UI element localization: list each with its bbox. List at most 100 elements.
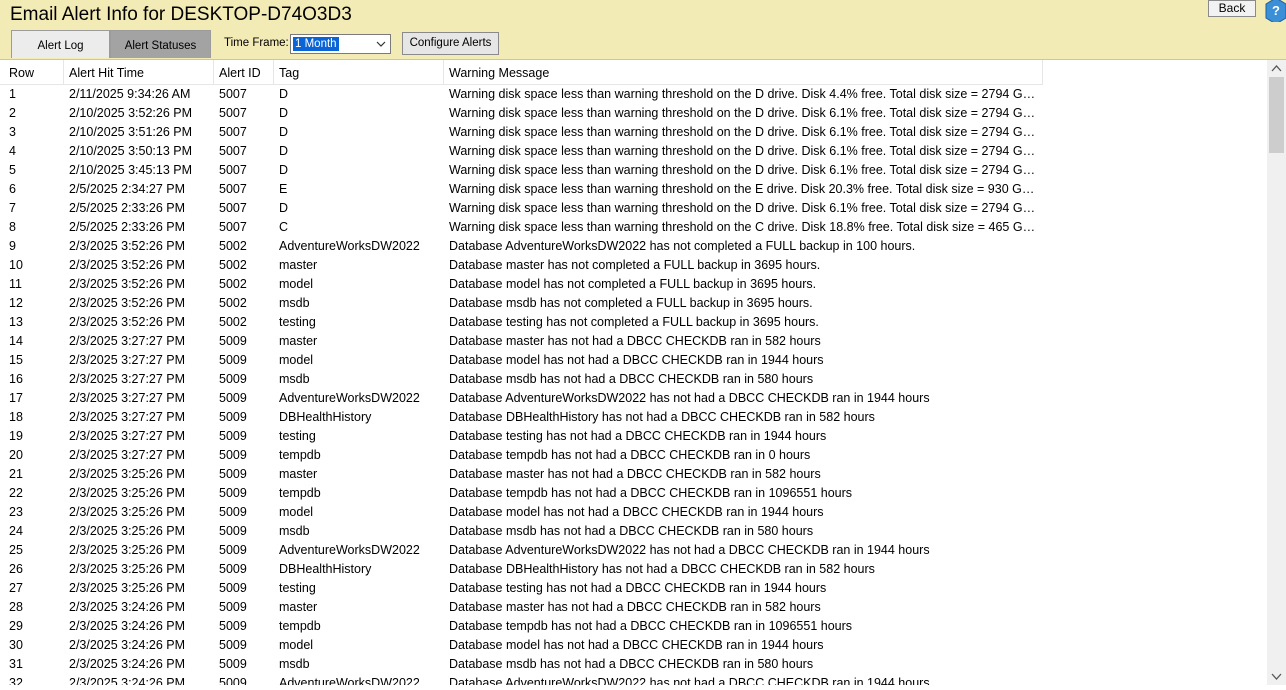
table-row[interactable]: 19 2/3/2025 3:27:27 PM 5009 testing Database…: [0, 427, 1267, 446]
cell-row-number: 17: [9, 391, 23, 405]
cell-warning-message: Database model has not had a DBCC CHECKD…: [449, 638, 824, 652]
column-header-warning-message[interactable]: Warning Message: [444, 60, 1043, 84]
time-frame-value: 1 Month: [292, 36, 340, 52]
scroll-up-arrow-icon[interactable]: [1267, 60, 1286, 77]
cell-warning-message: Database tempdb has not had a DBCC CHECK…: [449, 619, 853, 633]
cell-alert-id: 5009: [219, 467, 247, 481]
table-row[interactable]: 1 2/11/2025 9:34:26 AM 5007 D Warning disk s…: [0, 85, 1267, 104]
table-row[interactable]: 17 2/3/2025 3:27:27 PM 5009 AdventureWorksD…: [0, 389, 1267, 408]
cell-tag: DBHealthHistory: [279, 562, 372, 576]
cell-alert-hit-time: 2/3/2025 3:52:26 PM: [69, 277, 186, 291]
cell-alert-hit-time: 2/3/2025 3:27:27 PM: [69, 353, 186, 367]
cell-tag: DBHealthHistory: [279, 410, 372, 424]
table-row[interactable]: 18 2/3/2025 3:27:27 PM 5009 DBHealthHistory…: [0, 408, 1267, 427]
cell-warning-message: Database testing has not completed a FUL…: [449, 315, 819, 329]
table-row[interactable]: 25 2/3/2025 3:25:26 PM 5009 AdventureWorksD…: [0, 541, 1267, 560]
column-header-tag[interactable]: Tag: [274, 60, 444, 84]
cell-tag: AdventureWorksDW2022: [279, 239, 420, 253]
cell-warning-message: Warning disk space less than warning thr…: [449, 125, 1040, 139]
cell-alert-id: 5002: [219, 258, 247, 272]
time-frame-select[interactable]: 1 Month: [290, 34, 391, 54]
vertical-scrollbar[interactable]: [1267, 60, 1286, 685]
cell-tag: master: [279, 258, 318, 272]
cell-alert-hit-time: 2/3/2025 3:25:26 PM: [69, 562, 186, 576]
scroll-down-arrow-icon[interactable]: [1267, 668, 1286, 685]
table-row[interactable]: 22 2/3/2025 3:25:26 PM 5009 tempdb Database …: [0, 484, 1267, 503]
cell-row-number: 4: [9, 144, 16, 158]
table-row[interactable]: 30 2/3/2025 3:24:26 PM 5009 model Database m…: [0, 636, 1267, 655]
cell-alert-hit-time: 2/3/2025 3:24:26 PM: [69, 638, 186, 652]
table-row[interactable]: 13 2/3/2025 3:52:26 PM 5002 testing Database…: [0, 313, 1267, 332]
table-row[interactable]: 10 2/3/2025 3:52:26 PM 5002 master Database …: [0, 256, 1267, 275]
cell-alert-id: 5009: [219, 448, 247, 462]
table-row[interactable]: 21 2/3/2025 3:25:26 PM 5009 master Database …: [0, 465, 1267, 484]
cell-alert-hit-time: 2/10/2025 3:50:13 PM: [69, 144, 193, 158]
cell-alert-hit-time: 2/3/2025 3:24:26 PM: [69, 600, 186, 614]
cell-warning-message: Warning disk space less than warning thr…: [449, 144, 1040, 158]
cell-row-number: 30: [9, 638, 23, 652]
cell-warning-message: Database DBHealthHistory has not had a D…: [449, 410, 875, 424]
cell-row-number: 24: [9, 524, 23, 538]
table-row[interactable]: 15 2/3/2025 3:27:27 PM 5009 model Database m…: [0, 351, 1267, 370]
configure-alerts-button[interactable]: Configure Alerts: [402, 32, 499, 55]
table-row[interactable]: 3 2/10/2025 3:51:26 PM 5007 D Warning disk s…: [0, 123, 1267, 142]
cell-row-number: 7: [9, 201, 16, 215]
table-row[interactable]: 29 2/3/2025 3:24:26 PM 5009 tempdb Database …: [0, 617, 1267, 636]
tab-alert-statuses[interactable]: Alert Statuses: [110, 30, 211, 58]
table-row[interactable]: 7 2/5/2025 2:33:26 PM 5007 D Warning disk sp…: [0, 199, 1267, 218]
table-row[interactable]: 6 2/5/2025 2:34:27 PM 5007 E Warning disk sp…: [0, 180, 1267, 199]
cell-alert-hit-time: 2/5/2025 2:33:26 PM: [69, 201, 186, 215]
table-row[interactable]: 4 2/10/2025 3:50:13 PM 5007 D Warning disk s…: [0, 142, 1267, 161]
cell-row-number: 14: [9, 334, 23, 348]
table-row[interactable]: 27 2/3/2025 3:25:26 PM 5009 testing Database…: [0, 579, 1267, 598]
table-row[interactable]: 5 2/10/2025 3:45:13 PM 5007 D Warning disk s…: [0, 161, 1267, 180]
table-row[interactable]: 14 2/3/2025 3:27:27 PM 5009 master Database …: [0, 332, 1267, 351]
cell-alert-id: 5009: [219, 410, 247, 424]
table-row[interactable]: 8 2/5/2025 2:33:26 PM 5007 C Warning disk sp…: [0, 218, 1267, 237]
column-header-alert-id[interactable]: Alert ID: [214, 60, 274, 84]
cell-row-number: 21: [9, 467, 23, 481]
alerts-grid[interactable]: Row Alert Hit Time Alert ID Tag Warning …: [0, 60, 1267, 685]
table-row[interactable]: 2 2/10/2025 3:52:26 PM 5007 D Warning disk s…: [0, 104, 1267, 123]
table-row[interactable]: 28 2/3/2025 3:24:26 PM 5009 master Database …: [0, 598, 1267, 617]
cell-tag: master: [279, 334, 318, 348]
table-row[interactable]: 16 2/3/2025 3:27:27 PM 5009 msdb Database ms…: [0, 370, 1267, 389]
table-row[interactable]: 9 2/3/2025 3:52:26 PM 5002 AdventureWorksDW…: [0, 237, 1267, 256]
table-row[interactable]: 20 2/3/2025 3:27:27 PM 5009 tempdb Database …: [0, 446, 1267, 465]
column-header-alert-hit-time[interactable]: Alert Hit Time: [64, 60, 214, 84]
cell-alert-id: 5002: [219, 296, 247, 310]
question-mark-icon[interactable]: ?: [1262, 0, 1286, 25]
cell-row-number: 22: [9, 486, 23, 500]
table-row[interactable]: 24 2/3/2025 3:25:26 PM 5009 msdb Database ms…: [0, 522, 1267, 541]
back-button[interactable]: Back: [1208, 0, 1256, 17]
table-row[interactable]: 31 2/3/2025 3:24:26 PM 5009 msdb Database ms…: [0, 655, 1267, 674]
cell-row-number: 13: [9, 315, 23, 329]
cell-warning-message: Database msdb has not had a DBCC CHECKDB…: [449, 372, 814, 386]
table-row[interactable]: 11 2/3/2025 3:52:26 PM 5002 model Database m…: [0, 275, 1267, 294]
table-row[interactable]: 23 2/3/2025 3:25:26 PM 5009 model Database m…: [0, 503, 1267, 522]
cell-row-number: 27: [9, 581, 23, 595]
cell-alert-hit-time: 2/3/2025 3:52:26 PM: [69, 315, 186, 329]
tab-alert-log[interactable]: Alert Log: [11, 30, 110, 58]
table-row[interactable]: 32 2/3/2025 3:24:26 PM 5009 AdventureWorksD…: [0, 674, 1267, 685]
cell-alert-hit-time: 2/3/2025 3:52:26 PM: [69, 296, 186, 310]
cell-tag: msdb: [279, 657, 310, 671]
chevron-down-icon: [375, 37, 387, 51]
table-row[interactable]: 26 2/3/2025 3:25:26 PM 5009 DBHealthHistory…: [0, 560, 1267, 579]
table-row[interactable]: 12 2/3/2025 3:52:26 PM 5002 msdb Database ms…: [0, 294, 1267, 313]
cell-row-number: 9: [9, 239, 16, 253]
cell-tag: model: [279, 505, 314, 519]
cell-row-number: 8: [9, 220, 16, 234]
cell-alert-hit-time: 2/3/2025 3:25:26 PM: [69, 505, 186, 519]
cell-warning-message: Warning disk space less than warning thr…: [449, 182, 1040, 196]
cell-tag: testing: [279, 581, 316, 595]
cell-alert-hit-time: 2/10/2025 3:51:26 PM: [69, 125, 193, 139]
cell-alert-id: 5009: [219, 562, 247, 576]
scrollbar-thumb[interactable]: [1269, 77, 1284, 153]
column-header-row[interactable]: Row: [4, 60, 64, 84]
cell-row-number: 26: [9, 562, 23, 576]
cell-tag: D: [279, 106, 289, 120]
cell-alert-hit-time: 2/3/2025 3:27:27 PM: [69, 429, 186, 443]
cell-warning-message: Database master has not had a DBCC CHECK…: [449, 467, 821, 481]
header-bar: Email Alert Info for DESKTOP-D74O3D3 Bac…: [0, 0, 1286, 60]
